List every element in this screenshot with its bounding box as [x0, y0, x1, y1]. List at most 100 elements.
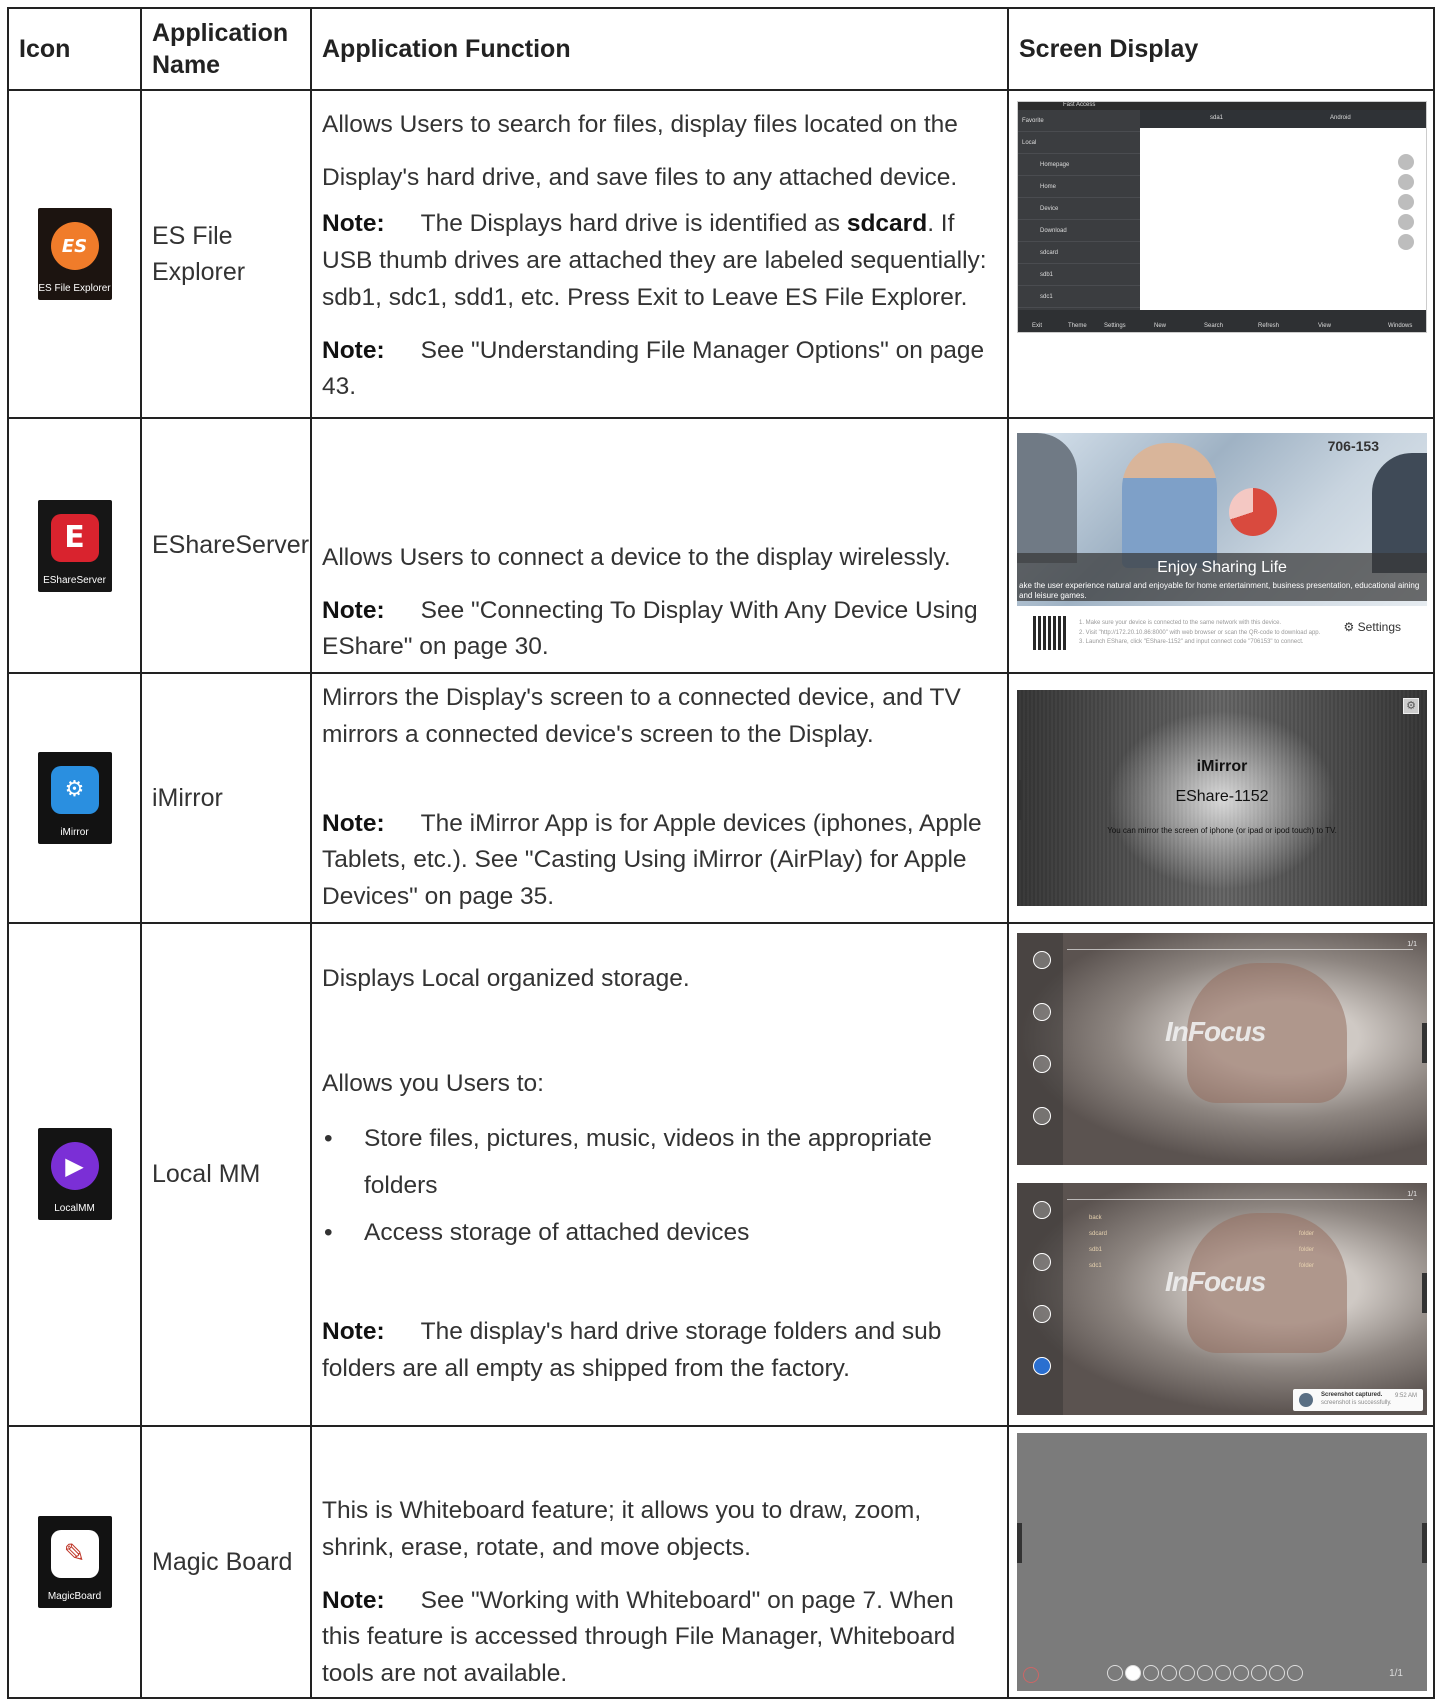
music-icon[interactable]: [1033, 1055, 1051, 1074]
screen-cell: ⚙ iMirror EShare-1152 You can mirror the…: [1007, 672, 1435, 924]
all-files-icon[interactable]: [1033, 1201, 1051, 1220]
table-row: E EShareServer EShareServer Allows Users…: [7, 417, 1435, 674]
icon-label: ES File Explorer: [38, 283, 111, 294]
sidebar-item[interactable]: sdb1: [1018, 264, 1140, 286]
sidebar-item[interactable]: Download: [1018, 220, 1140, 242]
toolbar-item[interactable]: Settings: [1104, 323, 1126, 329]
back-icon[interactable]: [1398, 174, 1414, 190]
icon-label: EShareServer: [43, 574, 106, 586]
category-rail: [1017, 933, 1063, 1166]
left-edge-tab[interactable]: [1017, 1522, 1022, 1563]
description: This is Whiteboard feature; it allows yo…: [322, 1497, 922, 1561]
screen-cell: 1/1: [1007, 1424, 1435, 1699]
play-icon: ▶: [50, 1142, 99, 1191]
local-label[interactable]: Local: [1018, 132, 1140, 154]
text-tool-icon[interactable]: [1179, 1664, 1195, 1681]
eshare-server-icon[interactable]: E EShareServer: [37, 499, 112, 592]
local-mm-icon[interactable]: ▶ LocalMM: [37, 1128, 112, 1221]
es-glyph-icon: ES: [50, 222, 99, 270]
note-label: Note:: [322, 1318, 385, 1346]
toast-subtitle: screenshot is successfully.: [1321, 1400, 1392, 1407]
settings-button[interactable]: ⚙ Settings: [1344, 620, 1401, 634]
note-label: Note:: [322, 596, 385, 624]
note-label: Note:: [322, 210, 385, 238]
picture-icon[interactable]: [1033, 1003, 1051, 1022]
zoom-tool-icon[interactable]: [1215, 1664, 1231, 1681]
imirror-title: iMirror: [1196, 757, 1248, 775]
qr-code-icon[interactable]: [1033, 616, 1067, 650]
favorite-label[interactable]: Favorite: [1018, 110, 1140, 132]
folder-row[interactable]: sdc1: [1089, 1263, 1102, 1269]
sidebar-item[interactable]: Home: [1018, 176, 1140, 198]
music-icon[interactable]: [1033, 1305, 1051, 1324]
grid-icon[interactable]: [1398, 214, 1414, 230]
brand-watermark: InFocus: [1165, 1016, 1266, 1048]
right-edge-tab[interactable]: [1422, 1522, 1427, 1563]
sidebar-item[interactable]: Device: [1018, 198, 1140, 220]
folder-row[interactable]: sdb1: [1089, 1247, 1102, 1253]
shape-tool-icon[interactable]: [1197, 1664, 1213, 1681]
toolbar-item[interactable]: Windows: [1388, 323, 1412, 329]
es-toolbar: Exit Theme Settings New Search Refresh V…: [1018, 310, 1426, 332]
grid-tool-icon[interactable]: [1269, 1664, 1285, 1681]
icon-cell: ✎ MagicBoard: [7, 1424, 142, 1699]
settings-icon[interactable]: [1398, 234, 1414, 250]
left-edge-tab[interactable]: [1017, 779, 1022, 820]
fab-icon[interactable]: [1398, 154, 1414, 170]
es-path-bar: sda1 Android: [1140, 110, 1426, 128]
video-icon[interactable]: [1033, 1357, 1051, 1376]
right-edge-tab[interactable]: [1422, 1023, 1427, 1064]
toolbar-item[interactable]: Theme: [1068, 323, 1087, 329]
right-edge-tab[interactable]: [1422, 779, 1427, 820]
header-divider: [1067, 1199, 1413, 1201]
path-label[interactable]: sda1: [1210, 115, 1223, 121]
note-text: The display's hard drive storage folders…: [322, 1318, 942, 1382]
picture-icon[interactable]: [1033, 1253, 1051, 1272]
device-name: EShare-1152: [1175, 787, 1269, 805]
copy-tool-icon[interactable]: [1287, 1664, 1303, 1681]
hand-tool-icon[interactable]: [1107, 1664, 1123, 1681]
magic-board-icon[interactable]: ✎ MagicBoard: [37, 1515, 112, 1608]
pen-tool-icon[interactable]: [1125, 1664, 1141, 1681]
toolbar-item[interactable]: Search: [1204, 323, 1223, 329]
es-file-explorer-icon[interactable]: ES ES File Explorer: [37, 208, 112, 300]
all-files-icon[interactable]: [1033, 951, 1051, 970]
save-tool-icon[interactable]: [1161, 1664, 1177, 1681]
toolbar-item[interactable]: Refresh: [1258, 323, 1279, 329]
home-icon[interactable]: [1398, 194, 1414, 210]
toolbar-item[interactable]: View: [1318, 323, 1331, 329]
sidebar-item[interactable]: Homepage: [1018, 154, 1140, 176]
note-text: The iMirror App is for Apple devices (ip…: [322, 809, 982, 911]
sidebar-item[interactable]: sdcard: [1018, 242, 1140, 264]
folder-row[interactable]: back: [1089, 1215, 1102, 1221]
localmm-screenshot-2: 1/1 back sdcard sdb1 sdc1 folder folder …: [1017, 1183, 1427, 1416]
imirror-icon[interactable]: ⚙ iMirror: [37, 751, 112, 844]
undo-tool-icon[interactable]: [1233, 1664, 1249, 1681]
toolbar-item[interactable]: New: [1154, 323, 1166, 329]
tab-android[interactable]: Android: [1330, 115, 1351, 121]
close-icon[interactable]: [1023, 1666, 1039, 1683]
description: Allows Users to connect a device to the …: [322, 543, 951, 571]
imirror-monitor-icon: ⚙: [50, 765, 99, 814]
note-label: Note:: [322, 1586, 385, 1614]
folder-type: folder: [1299, 1231, 1315, 1238]
right-edge-tab[interactable]: [1422, 1273, 1427, 1314]
eraser-tool-icon[interactable]: [1143, 1664, 1159, 1681]
description: Allows Users to search for files, displa…: [322, 111, 958, 191]
app-function: Mirrors the Display's screen to a connec…: [310, 672, 1009, 924]
sidebar-item[interactable]: sdc1: [1018, 286, 1140, 308]
link-tool-icon[interactable]: [1251, 1664, 1267, 1681]
instruction-step: 3. Launch EShare, click "EShare-1152" an…: [1079, 639, 1304, 646]
headline: Enjoy Sharing Life: [1157, 559, 1287, 576]
toolbar-item[interactable]: Exit: [1032, 323, 1042, 329]
category-rail: [1017, 1183, 1063, 1416]
video-icon[interactable]: [1033, 1107, 1051, 1126]
table-row: ▶ LocalMM Local MM Displays Local organi…: [7, 921, 1435, 1427]
app-name: Local MM: [140, 921, 312, 1427]
folder-type: folder: [1299, 1247, 1315, 1254]
app-function: Allows Users to search for files, displa…: [310, 89, 1009, 419]
folder-row[interactable]: sdcard: [1089, 1231, 1107, 1237]
page-indicator: 1/1: [1407, 941, 1417, 949]
gear-icon[interactable]: ⚙: [1403, 697, 1419, 714]
screenshot-toast: Screenshot captured. screenshot is succe…: [1293, 1389, 1423, 1412]
